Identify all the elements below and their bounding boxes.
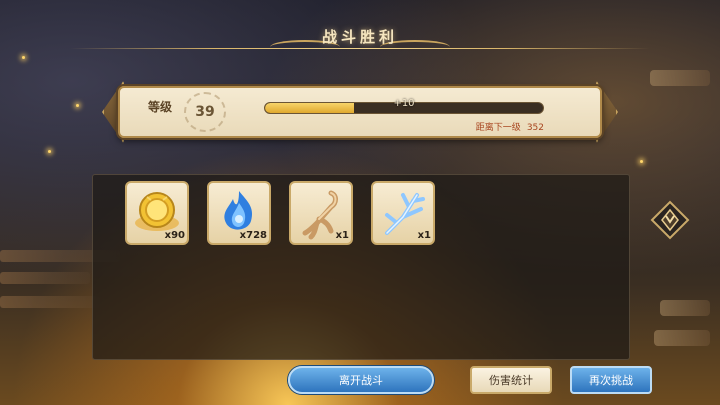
level-value: 39 [195,104,215,120]
reward-tile: x728 [207,181,271,245]
victory-title-banner: 战斗胜利 [70,20,650,60]
light-glint [22,56,25,59]
reward-quantity: x1 [417,230,431,241]
level-panel: 等级 39 +10 距离下一级 352 [118,86,602,138]
leave-battle-button[interactable]: 离开战斗 [288,366,434,394]
background-book [650,70,710,86]
reward-tile: x1 [289,181,353,245]
retry-battle-button[interactable]: 再次挑战 [570,366,652,394]
exp-remaining-value: 352 [526,123,544,133]
light-glint [76,104,79,107]
rewards-panel: x90 x728 x1 x1 [92,174,630,360]
level-label: 等级 [148,100,173,114]
side-menu-arrow-icon[interactable] [646,196,694,244]
reward-item[interactable]: x1 [289,181,353,245]
title-divider [70,48,650,49]
background-shelf [0,272,90,284]
reward-item[interactable]: x1 [371,181,435,245]
reward-item[interactable]: x90 [125,181,189,245]
light-glint [48,150,51,153]
background-shelf [0,296,100,308]
reward-item[interactable]: x728 [207,181,271,245]
background-book [654,330,710,346]
reward-tile: x90 [125,181,189,245]
damage-stats-button[interactable]: 伤害统计 [470,366,552,394]
reward-tile: x1 [371,181,435,245]
victory-title: 战斗胜利 [321,28,398,46]
reward-quantity: x1 [335,230,349,241]
exp-remaining: 距离下一级 352 [476,120,544,133]
reward-quantity: x90 [164,230,185,241]
background-book [660,300,710,316]
light-glint [640,160,643,163]
exp-remaining-label: 距离下一级 [475,123,521,133]
reward-quantity: x728 [239,230,267,241]
exp-gain: +10 [393,98,415,109]
